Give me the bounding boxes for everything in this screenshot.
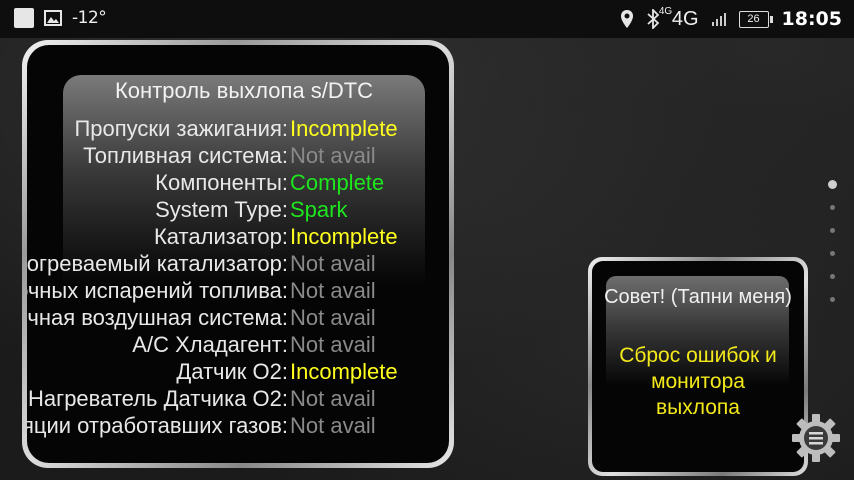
status-bar-right: 4G 4G 26 18:05 <box>620 6 842 32</box>
monitor-row-status: Spark <box>290 197 348 222</box>
gear-menu-icon[interactable] <box>790 412 842 464</box>
monitor-row: Датчик О2: Incomplete <box>27 359 449 386</box>
battery-level: 26 <box>747 12 760 25</box>
monitor-row-status: Not avail <box>290 278 376 303</box>
emission-monitor-inner: Контроль выхлопа s/DTC Пропуски зажигани… <box>27 45 449 463</box>
emission-monitor-panel: Контроль выхлопа s/DTC Пропуски зажигани… <box>22 40 454 468</box>
monitor-row-status: Not avail <box>290 305 376 330</box>
square-icon <box>14 8 34 28</box>
tip-body-line: выхлопа <box>656 396 740 419</box>
battery-icon: 26 <box>738 10 773 28</box>
monitor-row: ичная воздушная система: Not avail <box>27 305 449 332</box>
monitor-row-label: яции отработавших газов: <box>27 413 288 438</box>
status-bar: -12° 4G 4G 26 18:05 <box>0 0 854 38</box>
page-dot[interactable] <box>829 274 835 279</box>
page-dot[interactable] <box>829 297 835 302</box>
tip-title[interactable]: Совет! (Тапни меня) <box>592 286 804 309</box>
monitor-row: яции отработавших газов: Not avail <box>27 413 449 440</box>
bluetooth-icon <box>647 9 659 29</box>
network-type-small: 4G <box>658 5 673 17</box>
monitor-row: Компоненты: Complete <box>27 170 449 197</box>
monitor-row-label: очных испарений топлива: <box>27 278 288 303</box>
monitor-row-status: Not avail <box>290 413 376 438</box>
tip-body-line: монитора <box>651 370 745 393</box>
panel-title: Контроль выхлопа s/DTC <box>114 78 374 103</box>
monitor-row-status: Incomplete <box>290 359 398 384</box>
monitor-row: A/C Хладагент: Not avail <box>27 332 449 359</box>
signal-icon <box>711 12 726 26</box>
monitor-row-label: System Type: <box>155 197 288 222</box>
monitor-row-status: Not avail <box>290 143 376 168</box>
page-dot[interactable] <box>829 251 835 256</box>
location-icon <box>620 10 633 28</box>
clock: 18:05 <box>781 8 842 30</box>
monitor-row-status: Not avail <box>290 332 376 357</box>
monitor-row-status: Not avail <box>290 251 376 276</box>
monitor-row-label: догреваемый катализатор: <box>27 251 288 276</box>
monitor-row-label: A/C Хладагент: <box>132 332 288 357</box>
monitor-row-status: Complete <box>290 170 385 195</box>
status-bar-left: -12° <box>14 8 107 28</box>
monitor-row: очных испарений топлива: Not avail <box>27 278 449 305</box>
page-indicator[interactable] <box>828 180 837 320</box>
page-dot[interactable] <box>828 180 837 189</box>
image-icon <box>44 10 62 26</box>
temperature-text: -12° <box>72 8 107 28</box>
monitor-row-label: Нагреватель Датчика О2: <box>28 386 288 411</box>
monitor-row: System Type: Spark <box>27 197 449 224</box>
monitor-row-label: Компоненты: <box>155 170 288 195</box>
monitor-row-label: ичная воздушная система: <box>27 305 288 330</box>
network-type: 4G 4G <box>659 6 699 31</box>
monitor-row: догреваемый катализатор: Not avail <box>27 251 449 278</box>
monitor-row: Топливная система: Not avail <box>27 143 449 170</box>
tip-body[interactable]: Сброс ошибок и монитора выхлопа <box>592 343 804 421</box>
monitor-row-label: Датчик О2: <box>176 359 288 384</box>
page-dot[interactable] <box>829 205 835 210</box>
monitor-row: Нагреватель Датчика О2: Not avail <box>27 386 449 413</box>
monitor-row-status: Not avail <box>290 386 376 411</box>
network-type-label: 4G <box>671 7 699 30</box>
monitor-row: Пропуски зажигания: Incomplete <box>27 116 449 143</box>
tip-button[interactable]: Совет! (Тапни меня) Сброс ошибок и монит… <box>588 257 808 476</box>
monitor-row-label: Пропуски зажигания: <box>74 116 288 141</box>
monitor-row: Катализатор: Incomplete <box>27 224 449 251</box>
tip-inner[interactable]: Совет! (Тапни меня) Сброс ошибок и монит… <box>592 261 804 472</box>
monitor-row-label: Топливная система: <box>83 143 288 168</box>
monitor-row-status: Incomplete <box>290 116 398 141</box>
monitor-row-label: Катализатор: <box>153 224 288 249</box>
page-dot[interactable] <box>829 228 835 233</box>
monitor-row-status: Incomplete <box>290 224 398 249</box>
tip-body-line: Сброс ошибок и <box>619 344 777 367</box>
